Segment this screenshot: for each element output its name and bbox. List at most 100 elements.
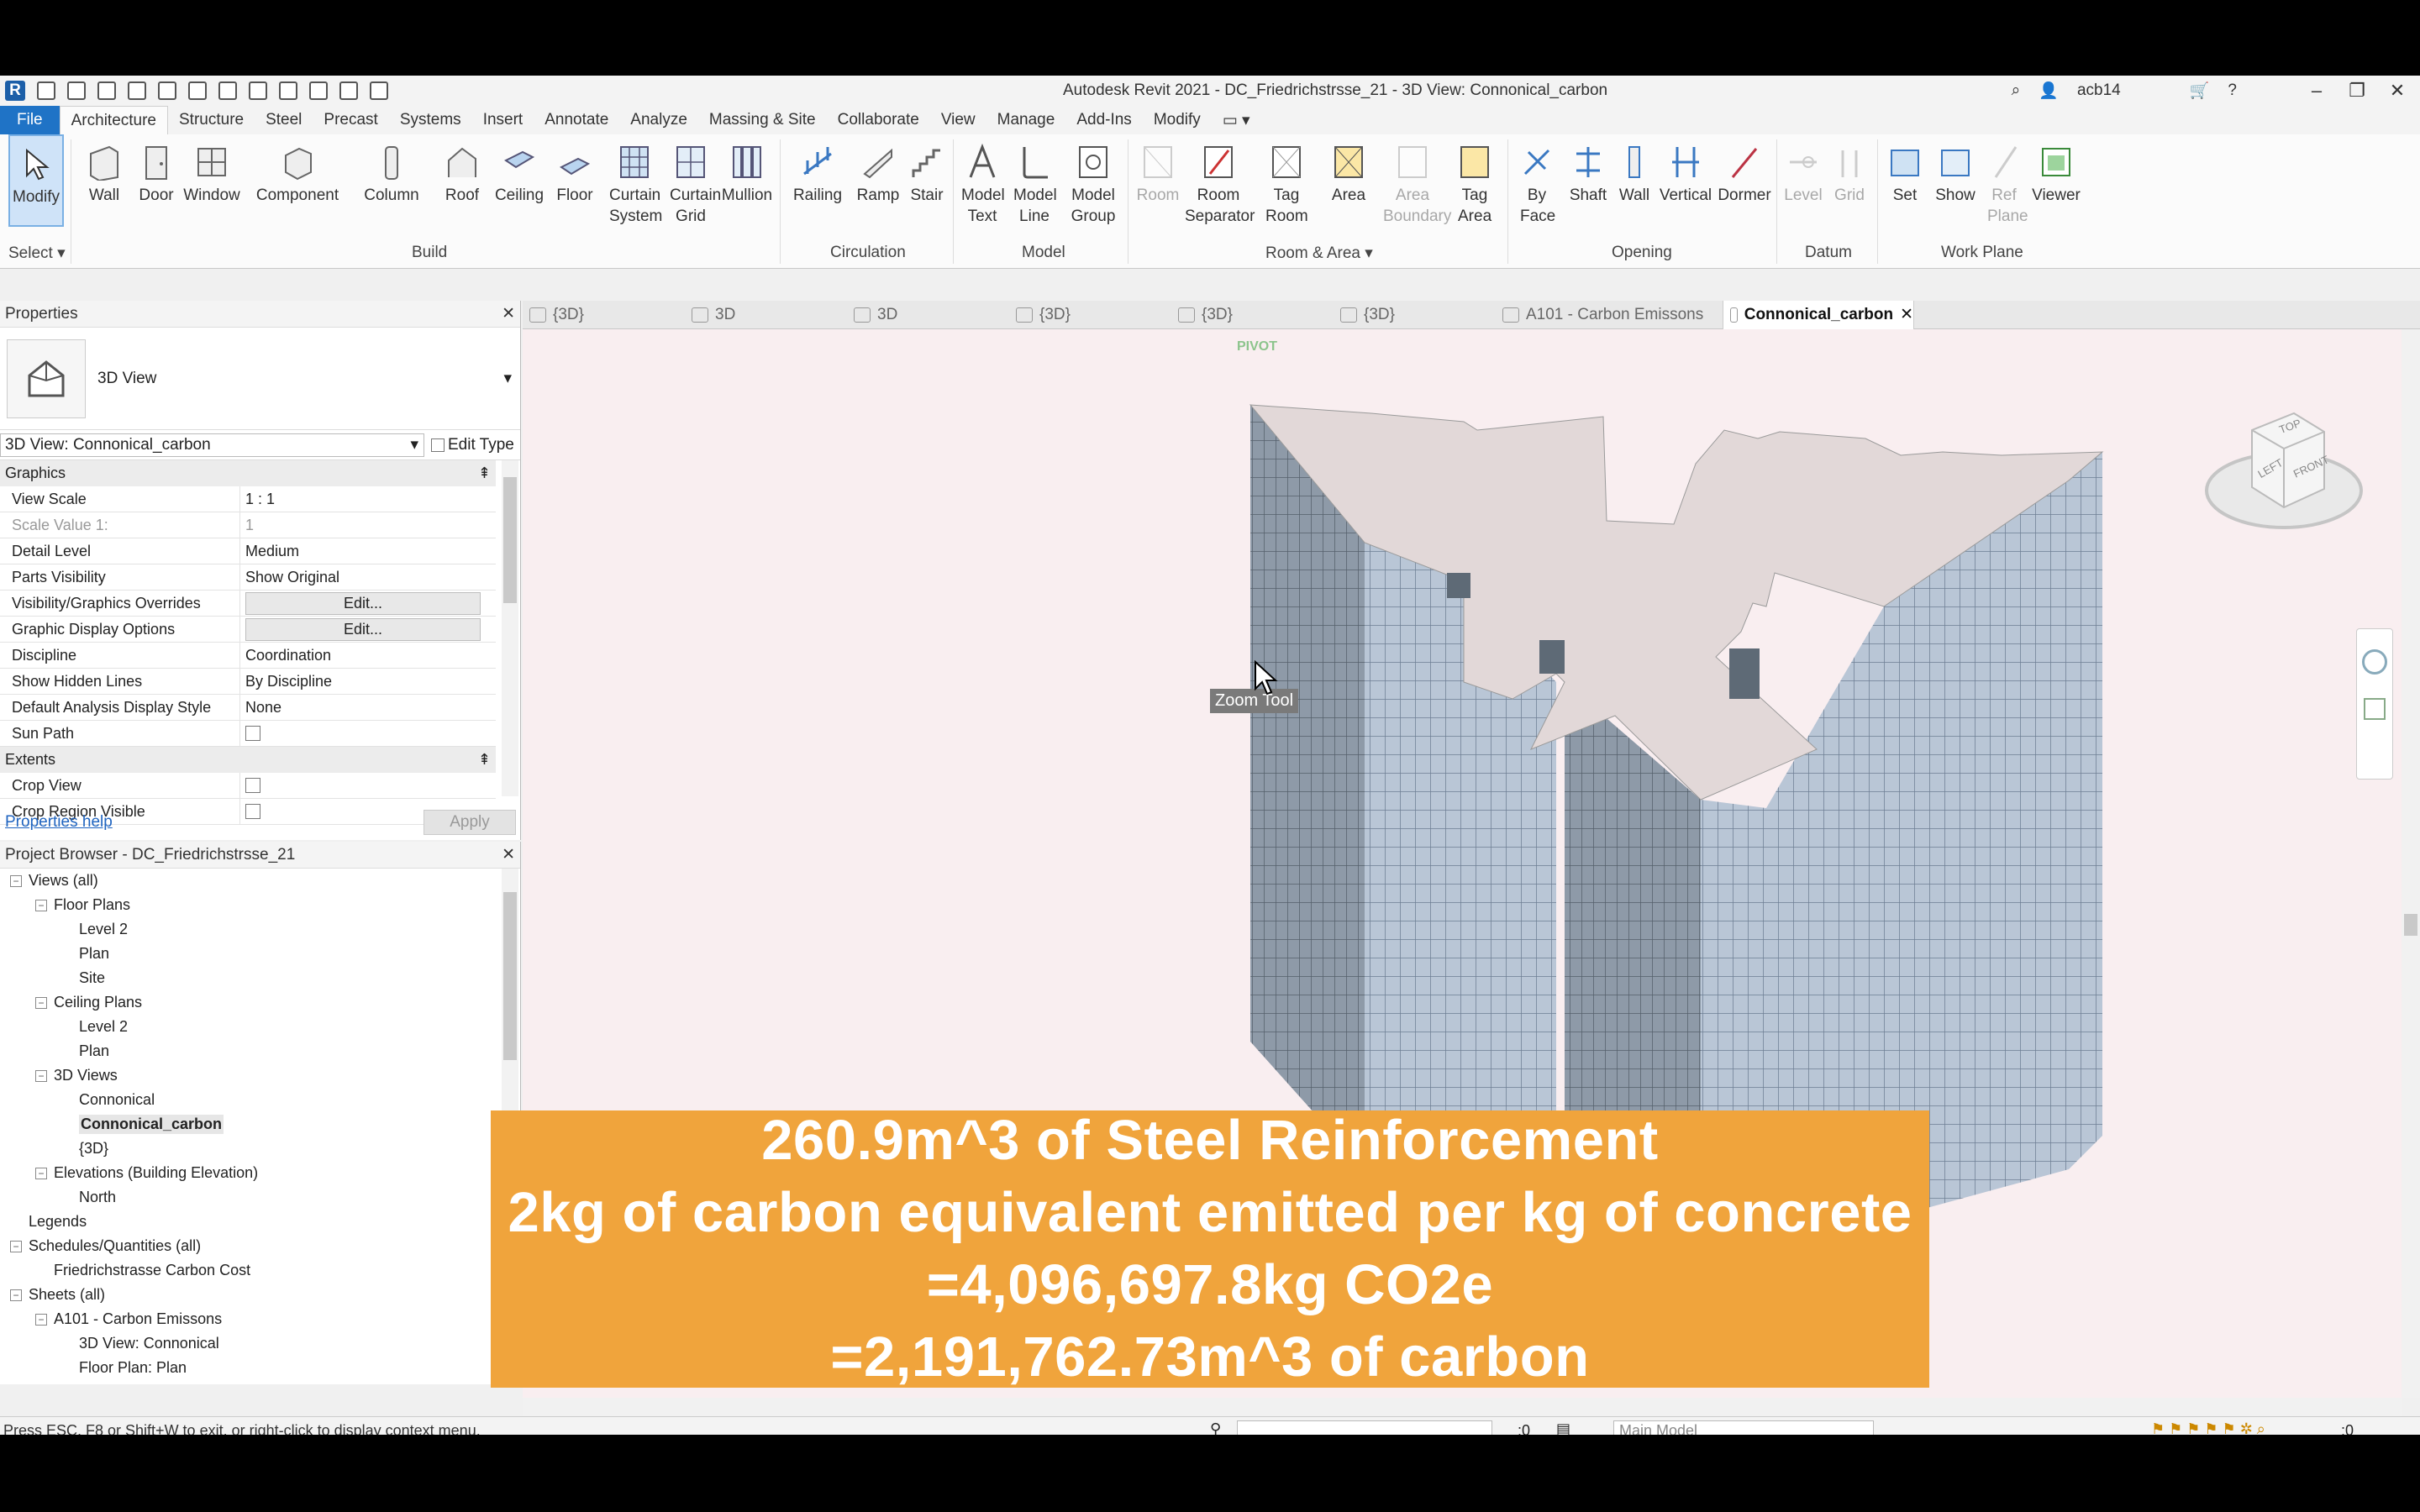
group-extents[interactable]: Extents ⇞	[0, 747, 496, 773]
tab-insert[interactable]: Insert	[472, 106, 534, 134]
vg-overrides-edit-button[interactable]: Edit...	[245, 591, 481, 615]
print-icon[interactable]	[188, 81, 207, 100]
close-browser-icon[interactable]: ✕	[502, 845, 515, 864]
ramp-tool[interactable]: Ramp	[854, 134, 902, 206]
prop-value[interactable]: Show Original	[240, 564, 496, 590]
tree-node[interactable]: Site	[0, 966, 520, 990]
tab-collaborate[interactable]: Collaborate	[827, 106, 930, 134]
tree-node[interactable]: Plan	[0, 1039, 520, 1063]
collapse-toggle-icon[interactable]: −	[35, 996, 47, 1009]
column-tool[interactable]: Column	[361, 134, 422, 206]
view-tab[interactable]: 3D	[685, 306, 847, 324]
prop-value[interactable]: By Discipline	[240, 669, 496, 694]
contextual-tab-dropdown[interactable]: ▭ ▾	[1212, 106, 1261, 134]
sync-icon[interactable]	[97, 81, 116, 100]
room-area-panel-label[interactable]: Room & Area ▾	[1265, 244, 1373, 263]
properties-scrollbar[interactable]	[502, 460, 518, 796]
tab-analyze[interactable]: Analyze	[619, 106, 698, 134]
collapse-toggle-icon[interactable]: −	[35, 1069, 47, 1082]
model-text-tool[interactable]: Model Text	[960, 134, 1005, 227]
tag-area-tool[interactable]: Tag Area	[1450, 134, 1499, 227]
canvas-horizontal-scrollbar[interactable]	[523, 1398, 2402, 1416]
room-tool[interactable]: Room	[1134, 134, 1181, 206]
tree-node[interactable]: North	[0, 1185, 520, 1210]
tree-node[interactable]: Level 2	[0, 1015, 520, 1039]
prop-value[interactable]: Medium	[240, 538, 496, 564]
crop-view-checkbox[interactable]	[245, 778, 260, 793]
revit-logo-icon[interactable]: R	[5, 81, 25, 101]
edit-type-button[interactable]: Edit Type	[431, 436, 514, 454]
restore-button[interactable]: ❐	[2346, 80, 2368, 102]
tab-structure[interactable]: Structure	[168, 106, 255, 134]
switch-windows-icon[interactable]	[370, 81, 388, 100]
close-properties-icon[interactable]: ✕	[502, 304, 515, 323]
tab-annotate[interactable]: Annotate	[534, 106, 619, 134]
view-tab[interactable]: Connonical_carbon ✕	[1723, 300, 1914, 329]
canvas-vertical-scrollbar[interactable]	[2402, 329, 2420, 1398]
collapse-toggle-icon[interactable]: −	[10, 874, 22, 887]
curtain-grid-tool[interactable]: Curtain Grid	[666, 134, 721, 227]
window-tool[interactable]: Window	[182, 134, 242, 206]
workset-select[interactable]	[1237, 1420, 1492, 1435]
help-icon[interactable]: ?	[2228, 81, 2237, 100]
tab-steel[interactable]: Steel	[255, 106, 313, 134]
3d-view-icon[interactable]	[309, 81, 328, 100]
view-tab[interactable]: {3D}	[1009, 306, 1171, 324]
area-boundary-tool[interactable]: Area Boundary	[1383, 134, 1451, 227]
wall-opening-tool[interactable]: Wall	[1613, 134, 1655, 206]
tab-add-ins[interactable]: Add-Ins	[1065, 106, 1142, 134]
stair-tool[interactable]: Stair	[906, 134, 948, 206]
area-tool[interactable]: Area	[1324, 134, 1373, 206]
user-name[interactable]: acb14	[2077, 81, 2121, 100]
viewcube[interactable]: TOP LEFT FRONT	[2202, 396, 2366, 539]
prop-value[interactable]: Coordination	[240, 643, 496, 668]
ceiling-tool[interactable]: Ceiling	[494, 134, 544, 206]
collapse-toggle-icon[interactable]: −	[35, 899, 47, 911]
model-line-tool[interactable]: Model Line	[1010, 134, 1059, 227]
door-tool[interactable]: Door	[136, 134, 176, 206]
tree-node[interactable]: 3D View: Connonical	[0, 1331, 520, 1356]
tree-node[interactable]: Connonical_carbon	[0, 1112, 520, 1137]
tree-node[interactable]: − Sheets (all)	[0, 1283, 520, 1307]
viewer-tool[interactable]: Viewer	[2028, 134, 2084, 206]
collapse-toggle-icon[interactable]: −	[10, 1240, 22, 1252]
tab-file[interactable]: File	[0, 106, 60, 134]
tab-precast[interactable]: Precast	[313, 106, 388, 134]
tree-node[interactable]: Connonical	[0, 1088, 520, 1112]
tree-node[interactable]: − Elevations (Building Elevation)	[0, 1161, 520, 1185]
view-instance-select[interactable]: 3D View: Connonical_carbon ▾	[0, 433, 424, 457]
view-tab[interactable]: {3D}	[523, 306, 685, 324]
measure-icon[interactable]	[218, 81, 237, 100]
tab-manage[interactable]: Manage	[986, 106, 1066, 134]
roof-tool[interactable]: Roof	[440, 134, 484, 206]
cart-icon[interactable]: 🛒	[2190, 81, 2210, 101]
prop-value[interactable]: None	[240, 695, 496, 720]
type-dropdown-arrow-icon[interactable]: ▾	[503, 369, 512, 388]
tab-view[interactable]: View	[930, 106, 986, 134]
set-tool[interactable]: Set	[1884, 134, 1926, 206]
tree-node[interactable]: Floor Plan: Plan	[0, 1356, 520, 1380]
modify-button[interactable]: Modify	[8, 134, 64, 227]
tree-node[interactable]: − Views (all)	[0, 869, 520, 893]
prop-value[interactable]: 1 : 1	[240, 486, 496, 512]
wall-tool[interactable]: Wall	[84, 134, 124, 206]
binoculars-icon[interactable]: ⌕	[2012, 81, 2021, 100]
selection-filter-icon[interactable]: ⚑ ⚑ ⚑ ⚑ ⚑ ✲ ⌕	[2151, 1420, 2265, 1435]
type-selector[interactable]: 3D View ▾	[0, 328, 520, 430]
user-icon[interactable]: 👤	[2039, 81, 2059, 101]
component-tool[interactable]: Component	[254, 134, 341, 206]
tree-node[interactable]: {3D}	[0, 1137, 520, 1161]
tree-node[interactable]: Level 2	[0, 917, 520, 942]
vertical-tool[interactable]: Vertical	[1659, 134, 1712, 206]
level-tool[interactable]: Level	[1781, 134, 1825, 206]
dimension-icon[interactable]	[249, 81, 267, 100]
tree-node[interactable]: − Ceiling Plans	[0, 990, 520, 1015]
room-separator-tool[interactable]: Room Separator	[1185, 134, 1255, 227]
zoom-icon[interactable]	[2364, 698, 2386, 720]
ref-plane-tool[interactable]: Ref Plane	[1981, 134, 2028, 227]
undo-icon[interactable]	[128, 81, 146, 100]
select-dropdown[interactable]: Select ▾	[8, 244, 66, 263]
view-tab[interactable]: 3D	[847, 306, 1009, 324]
grid-tool[interactable]: Grid	[1828, 134, 1870, 206]
design-options-icon[interactable]: ▤	[1556, 1420, 1570, 1435]
